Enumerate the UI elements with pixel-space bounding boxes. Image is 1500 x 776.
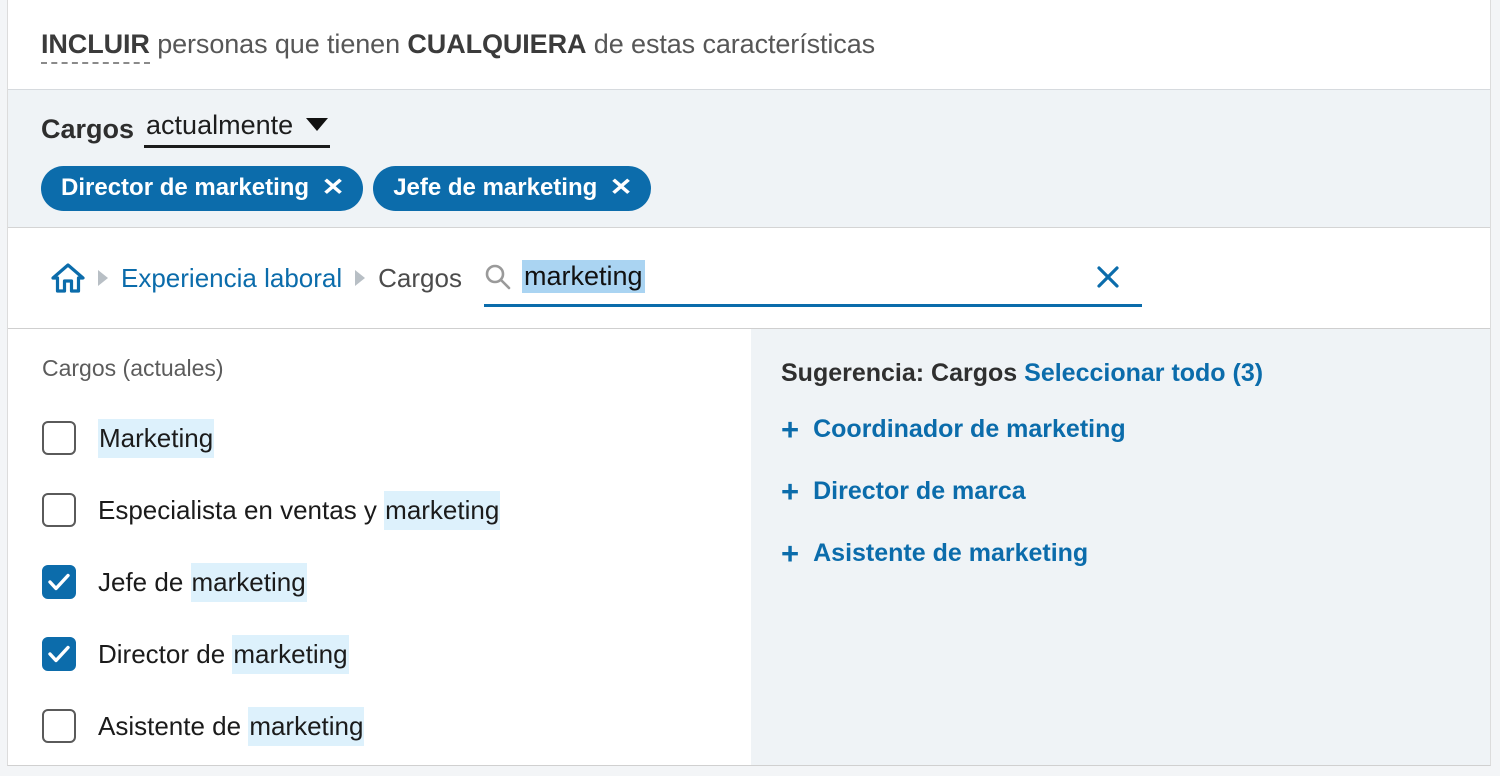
results-area: Cargos (actuales) Marketing Especialista… [8, 329, 1490, 765]
option-label: Asistente de marketing [98, 706, 365, 746]
suggestion-label: Asistente de marketing [813, 539, 1089, 567]
search-input[interactable]: marketing [521, 260, 645, 293]
option-row-marketing[interactable]: Marketing [42, 402, 751, 474]
suggestion-director-de-marca[interactable]: + Director de marca [781, 473, 1490, 509]
suggestion-label: Director de marca [813, 477, 1026, 505]
breadcrumb-separator-icon [355, 270, 366, 286]
close-icon[interactable]: ✕ [322, 176, 345, 200]
suggestion-label: Coordinador de marketing [813, 415, 1126, 443]
match-highlight: marketing [232, 634, 349, 674]
option-label: Jefe de marketing [98, 562, 307, 602]
checkbox[interactable] [42, 493, 76, 527]
breadcrumb-item-experiencia-laboral[interactable]: Experiencia laboral [121, 263, 342, 294]
breadcrumb-search-bar: Experiencia laboral Cargos marketing [8, 228, 1490, 329]
checkbox[interactable] [42, 709, 76, 743]
option-row-jefe-de-marketing[interactable]: Jefe de marketing [42, 546, 751, 618]
facet-timeframe-value: actualmente [146, 110, 294, 140]
checkbox[interactable] [42, 565, 76, 599]
match-highlight: marketing [384, 490, 501, 530]
breadcrumb-item-cargos: Cargos [378, 262, 462, 293]
facet-block-cargos: Cargos actualmente Director de marketing… [8, 89, 1490, 228]
suggestion-coordinador-de-marketing[interactable]: + Coordinador de marketing [781, 411, 1490, 447]
close-icon[interactable]: ✕ [610, 176, 633, 200]
app-root: INCLUIR personas que tienen CUALQUIERA d… [0, 0, 1500, 776]
plus-icon: + [781, 411, 800, 447]
breadcrumb-separator-icon [98, 270, 108, 286]
checkbox[interactable] [42, 637, 76, 671]
include-keyword: INCLUIR [41, 29, 150, 64]
option-row-especialista-en-ventas-y-marketing[interactable]: Especialista en ventas y marketing [42, 474, 751, 546]
match-highlight: marketing [248, 706, 365, 746]
include-header-mid: personas que tienen [149, 29, 408, 59]
clear-search-icon[interactable] [1094, 263, 1122, 291]
selected-pill[interactable]: Jefe de marketing ✕ [373, 166, 652, 211]
plus-icon: + [781, 535, 800, 571]
suggestions-panel: Sugerencia: Cargos Seleccionar todo (3) … [751, 329, 1490, 765]
match-highlight: marketing [190, 562, 307, 602]
select-all-link[interactable]: Seleccionar todo (3) [1024, 359, 1263, 387]
include-header-text: INCLUIR personas que tienen CUALQUIERA d… [41, 29, 876, 64]
match-highlight: Marketing [98, 418, 215, 458]
facet-timeframe-dropdown[interactable]: actualmente [144, 110, 331, 148]
plus-icon: + [781, 473, 800, 509]
option-label: Director de marketing [98, 634, 349, 674]
chevron-down-icon [306, 118, 329, 131]
any-keyword: CUALQUIERA [407, 29, 587, 59]
pill-label: Jefe de marketing [393, 174, 598, 201]
include-header: INCLUIR personas que tienen CUALQUIERA d… [8, 0, 1490, 89]
option-row-director-de-marketing[interactable]: Director de marketing [42, 618, 751, 690]
options-panel: Cargos (actuales) Marketing Especialista… [8, 329, 751, 765]
search-field[interactable]: marketing [483, 249, 1142, 307]
home-icon[interactable] [51, 263, 85, 293]
facet-header-row: Cargos actualmente [41, 108, 1490, 148]
search-icon [484, 263, 511, 290]
suggestions-title: Sugerencia: Cargos [781, 359, 1018, 387]
option-label: Especialista en ventas y marketing [98, 490, 501, 530]
facet-label: Cargos [41, 114, 135, 144]
options-group-title: Cargos (actuales) [42, 355, 224, 381]
option-row-asistente-de-marketing[interactable]: Asistente de marketing [42, 690, 751, 762]
include-header-suffix: de estas características [586, 29, 876, 59]
checkbox[interactable] [42, 421, 76, 455]
selected-pill[interactable]: Director de marketing ✕ [41, 166, 364, 211]
suggestions-header: Sugerencia: Cargos Seleccionar todo (3) [781, 359, 1490, 388]
selected-pills: Director de marketing ✕ Jefe de marketin… [41, 166, 1490, 211]
pill-label: Director de marketing [61, 174, 310, 201]
option-label: Marketing [98, 418, 215, 458]
suggestion-asistente-de-marketing[interactable]: + Asistente de marketing [781, 535, 1490, 571]
filter-card: INCLUIR personas que tienen CUALQUIERA d… [7, 0, 1491, 766]
